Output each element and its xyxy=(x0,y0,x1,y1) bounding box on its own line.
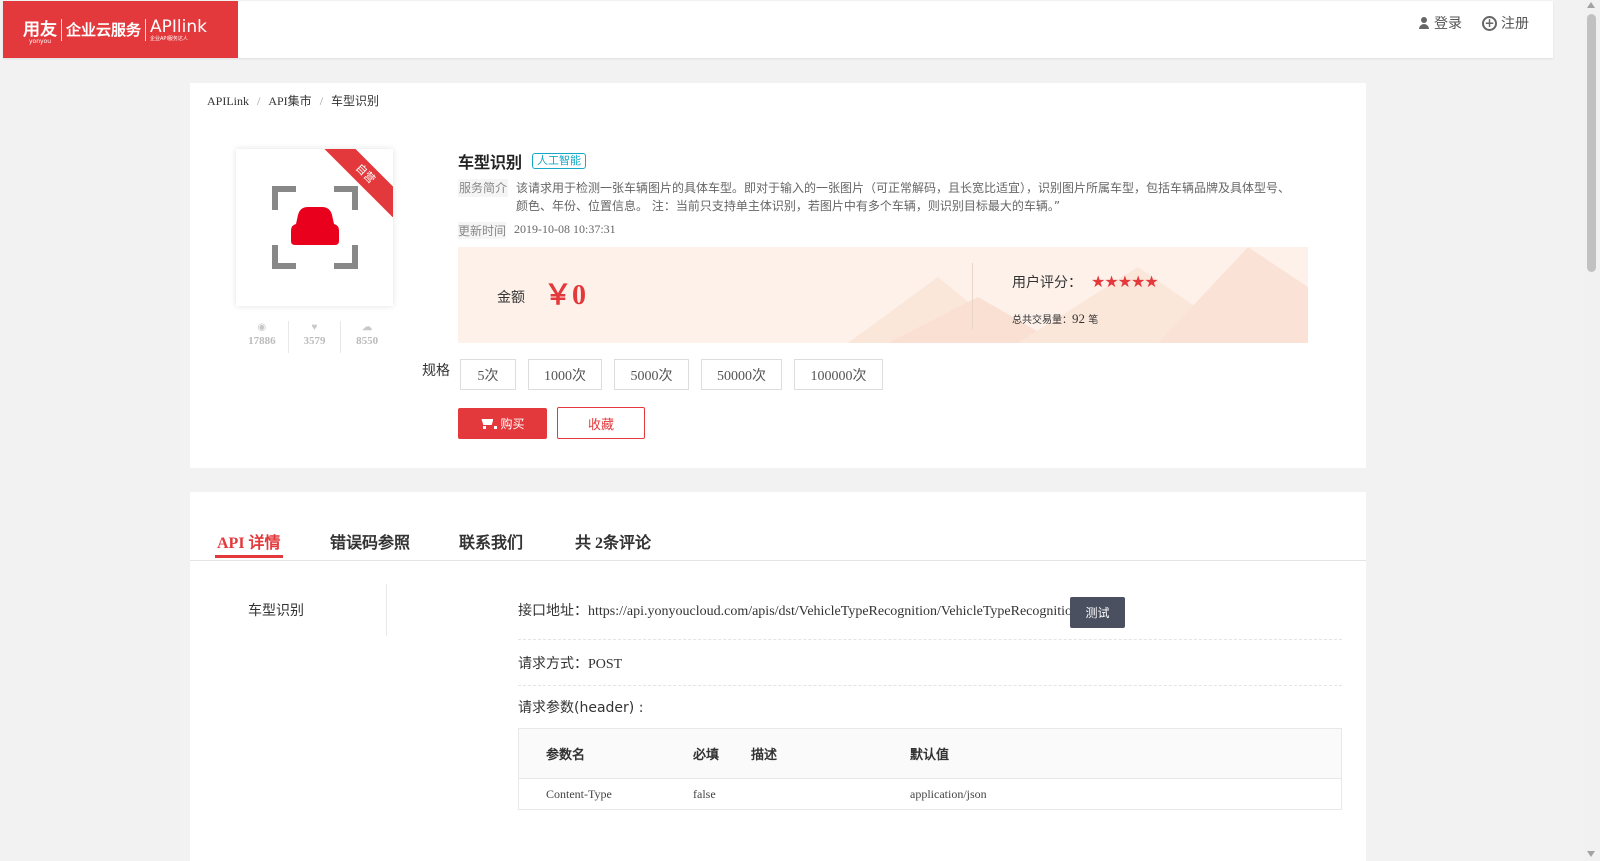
logo-apilink: APIlink 企业API服务达人 xyxy=(150,17,207,42)
spec-option-100000[interactable]: 100000次 xyxy=(794,359,883,390)
spec-option-50000[interactable]: 50000次 xyxy=(701,359,782,390)
category-tag[interactable]: 人工智能 xyxy=(532,153,587,169)
logo-product: 企业云服务 xyxy=(66,21,142,39)
logo-apilink-text: APIlink xyxy=(150,17,207,37)
rating-stars: ★★★★★ xyxy=(1091,274,1159,291)
breadcrumb-separator: / xyxy=(257,94,261,108)
breadcrumb-item-apilink[interactable]: APILink xyxy=(207,94,249,108)
title-row: 车型识别 人工智能 xyxy=(458,149,587,173)
scroll-down-arrow-icon[interactable] xyxy=(1587,851,1595,857)
method-label: 请求方式： xyxy=(518,656,588,672)
spec-option-5000[interactable]: 5000次 xyxy=(614,359,689,390)
cart-icon xyxy=(480,418,498,429)
spec-options: 5次 1000次 5000次 50000次 100000次 xyxy=(460,359,883,390)
trade-volume: 总共交易量：92 笔 xyxy=(1012,311,1098,327)
product-card: APILink / API集市 / 车型识别 自营 ◉ 17886 ♥ 3579 ☁ 8… xyxy=(190,83,1366,468)
spec-option-5[interactable]: 5次 xyxy=(460,359,516,390)
page-scrollbar[interactable] xyxy=(1583,0,1600,861)
col-description: 描述 xyxy=(751,748,778,763)
price-value: ￥0 xyxy=(544,280,587,311)
heart-icon: ♥ xyxy=(311,322,318,333)
breadcrumb-item-market[interactable]: API集市 xyxy=(268,94,311,108)
detail-card: API 详情 错误码参照 联系我们 共 2条评论 车型识别 接口地址：https… xyxy=(190,492,1366,861)
buy-label: 购买 xyxy=(500,417,525,431)
col-default: 默认值 xyxy=(910,748,950,763)
cell-required: false xyxy=(693,786,716,801)
stat-likes: ♥ 3579 xyxy=(289,321,342,353)
params-label: 请求参数(header) : xyxy=(518,700,644,716)
endpoint-label: 接口地址： xyxy=(518,603,588,619)
cloud-icon: ☁ xyxy=(362,322,373,333)
update-label: 更新时间 xyxy=(458,222,507,239)
scrollbar-thumb[interactable] xyxy=(1587,14,1596,272)
register-link[interactable]: + 注册 xyxy=(1482,13,1529,33)
tab-error-codes[interactable]: 错误码参照 xyxy=(330,529,410,553)
breadcrumb-item-current: 车型识别 xyxy=(331,94,380,108)
spec-label: 规格 xyxy=(422,363,450,379)
trade-unit: 笔 xyxy=(1088,315,1099,326)
plus-circle-icon: + xyxy=(1482,15,1497,31)
tab-comments[interactable]: 共 2条评论 xyxy=(575,529,651,553)
row-divider xyxy=(518,685,1342,686)
table-row: Content-Type false application/json xyxy=(519,779,1341,809)
stat-calls: ☁ 8550 xyxy=(341,321,393,353)
product-image: 自营 xyxy=(236,149,393,306)
sidebar-divider xyxy=(386,584,387,636)
update-time: 更新时间 2019-10-08 10:37:31 xyxy=(458,222,616,239)
eye-icon: ◉ xyxy=(257,322,267,333)
cell-default: application/json xyxy=(910,786,987,801)
update-value: 2019-10-08 10:37:31 xyxy=(514,222,616,236)
stat-views: ◉ 17886 xyxy=(236,321,289,353)
method-row: 请求方式：POST xyxy=(518,653,622,673)
service-intro: 服务简介 该请求用于检测一张车辆图片的具体车型。即对于输入的一张图片（可正常解码… xyxy=(458,179,1298,215)
cell-param-name: Content-Type xyxy=(546,786,612,801)
login-label: 登录 xyxy=(1434,16,1462,32)
product-stats: ◉ 17886 ♥ 3579 ☁ 8550 xyxy=(236,321,393,353)
table-header: 参数名 必填 描述 默认值 xyxy=(519,729,1341,779)
params-table: 参数名 必填 描述 默认值 Content-Type false applica… xyxy=(518,728,1342,810)
user-icon xyxy=(1418,17,1430,29)
price-label: 金额 xyxy=(497,290,525,306)
stat-likes-value: 3579 xyxy=(303,335,326,347)
test-button[interactable]: 测试 xyxy=(1070,597,1125,628)
top-header: 用友 yonyou 企业云服务 APIlink 企业API服务达人 登录 + 注… xyxy=(3,1,1553,58)
product-title: 车型识别 xyxy=(458,153,523,172)
params-row: 请求参数(header) : xyxy=(518,697,643,717)
tab-api-detail[interactable]: API 详情 xyxy=(215,529,283,558)
header-links: 登录 + 注册 xyxy=(1418,13,1529,33)
trade-label: 总共交易量： xyxy=(1012,315,1072,326)
logo[interactable]: 用友 yonyou 企业云服务 APIlink 企业API服务达人 xyxy=(3,1,238,58)
buy-button[interactable]: 购买 xyxy=(458,408,547,439)
intro-label: 服务简介 xyxy=(458,179,509,197)
intro-text: 该请求用于检测一张车辆图片的具体车型。即对于输入的一张图片（可正常解码，且长宽比… xyxy=(516,181,1291,213)
scroll-up-arrow-icon[interactable] xyxy=(1587,2,1595,8)
logo-brand: 用友 yonyou xyxy=(23,15,57,45)
breadcrumb: APILink / API集市 / 车型识别 xyxy=(207,92,379,109)
breadcrumb-separator: / xyxy=(319,94,324,108)
endpoint-row: 接口地址：https://api.yonyoucloud.com/apis/ds… xyxy=(518,600,1079,620)
tab-contact[interactable]: 联系我们 xyxy=(459,529,523,553)
col-required: 必填 xyxy=(693,748,720,763)
row-divider xyxy=(518,639,1342,640)
logo-divider xyxy=(61,18,62,41)
rating-label: 用户评分： xyxy=(1012,275,1082,291)
login-link[interactable]: 登录 xyxy=(1418,13,1462,33)
stat-views-value: 17886 xyxy=(248,335,276,347)
price-panel: 金额 ￥0 用户评分： ★★★★★ 总共交易量：92 笔 xyxy=(458,247,1308,343)
stat-calls-value: 8550 xyxy=(356,335,379,347)
price-divider xyxy=(972,263,973,329)
favorite-button[interactable]: 收藏 xyxy=(557,407,645,439)
endpoint-value: https://api.yonyoucloud.com/apis/dst/Veh… xyxy=(588,604,1080,619)
method-value: POST xyxy=(588,657,623,672)
detail-tabs: API 详情 错误码参照 联系我们 共 2条评论 xyxy=(190,492,1366,561)
register-label: 注册 xyxy=(1501,16,1529,32)
spec-option-1000[interactable]: 1000次 xyxy=(528,359,602,390)
sidebar-item-vehicle-recognition[interactable]: 车型识别 xyxy=(248,600,304,620)
trade-value: 92 xyxy=(1072,311,1085,326)
logo-divider xyxy=(145,18,147,41)
logo-brand-text: 用友 xyxy=(23,19,57,40)
col-param-name: 参数名 xyxy=(546,748,586,763)
